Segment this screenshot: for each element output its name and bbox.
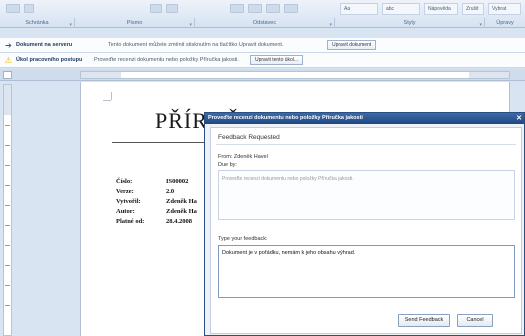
vruler-tick — [5, 165, 10, 166]
style-gallery-2[interactable]: abc — [382, 3, 420, 15]
field-value: Zdeněk Ha — [166, 208, 197, 215]
vruler-tick — [5, 125, 10, 126]
dialog-title: Proveďte recenzi dokumentu nebo položky … — [208, 115, 363, 121]
dialog-launcher-icon[interactable]: ▾ — [69, 20, 72, 30]
field-label: Platné od: — [116, 218, 145, 225]
feedback-text: Dokument je v pořádku, nemám k jeho obsa… — [222, 250, 356, 256]
group-font: Písmo ▾ — [75, 18, 195, 28]
field-label: Autor: — [116, 208, 135, 215]
style-gallery-1[interactable]: Aa — [340, 3, 378, 15]
ruler-margin-left — [81, 72, 121, 78]
field-label: Vytvořil: — [116, 198, 141, 205]
group-styles: Styly ▾ — [335, 18, 485, 28]
horizontal-ruler[interactable] — [80, 71, 510, 79]
close-icon[interactable]: ✕ — [516, 114, 522, 122]
crop-mark — [103, 100, 111, 101]
vruler-tick — [5, 265, 10, 266]
dialog-launcher-icon[interactable]: ▾ — [189, 20, 192, 30]
field-value: Zdeněk Ha — [166, 198, 197, 205]
warning-icon: ⚠ — [4, 56, 13, 65]
dialog-titlebar[interactable]: Proveďte recenzi dokumentu nebo položky … — [205, 113, 524, 124]
format-dropdown[interactable] — [24, 4, 34, 13]
group-clipboard: Schránka ▾ — [0, 18, 75, 28]
justify-button[interactable] — [284, 4, 298, 13]
vruler-tick — [5, 185, 10, 186]
request-comments-box: Proveďte recenzi dokumentu nebo položky … — [218, 170, 515, 220]
ribbon: Aa abc Nápověda Zrušit Vybrat Schránka ▾… — [0, 0, 525, 28]
server-bar-text: Tento dokument můžete změnit stisknutím … — [108, 42, 284, 48]
indent-increase-button[interactable] — [166, 4, 178, 13]
cancel-button[interactable]: Cancel — [457, 314, 493, 327]
crop-mark — [111, 92, 112, 100]
send-feedback-button[interactable]: Send Feedback — [398, 314, 450, 327]
group-clipboard-label: Schránka — [25, 20, 49, 26]
title-underline — [112, 142, 210, 143]
group-styles-label: Styly — [403, 20, 416, 26]
vruler-tick — [5, 225, 10, 226]
feedback-label: Type your feedback: — [218, 236, 268, 242]
field-value: IS00002 — [166, 178, 189, 185]
group-paragraph-label: Odstavec — [252, 20, 277, 26]
font-color-dropdown[interactable] — [6, 4, 20, 13]
vertical-ruler[interactable] — [3, 84, 12, 336]
field-label: Verze: — [116, 188, 134, 195]
change-styles-button[interactable]: Zrušit — [462, 3, 484, 15]
feedback-textarea[interactable]: Dokument je v pořádku, nemám k jeho obsa… — [218, 245, 515, 298]
dialog-body: Feedback Requested From: Zdeněk Havel Du… — [210, 127, 522, 334]
vruler-tick — [5, 145, 10, 146]
field-label: Číslo: — [116, 178, 133, 185]
vruler-margin-top — [4, 85, 11, 115]
server-info-icon: ➔ — [5, 41, 12, 50]
field-value: 28.4.2008 — [166, 218, 192, 225]
dialog-launcher-icon[interactable]: ▾ — [479, 20, 482, 30]
group-editing: Úpravy — [485, 18, 525, 28]
vruler-tick — [5, 205, 10, 206]
vruler-tick — [5, 245, 10, 246]
workflow-bar-title: Úkol pracovního postupu — [16, 57, 83, 63]
ruler-toggle-button[interactable] — [3, 71, 12, 79]
style-gallery-3[interactable]: Nápověda — [424, 3, 458, 15]
dialog-separator — [216, 144, 516, 145]
ribbon-group-labels: Schránka ▾ Písmo ▾ Odstavec ▾ Styly ▾ Úp… — [0, 18, 525, 28]
server-bar-title: Dokument na serveru — [16, 42, 73, 48]
align-center-button[interactable] — [248, 4, 262, 13]
dialog-heading: Feedback Requested — [218, 134, 280, 141]
group-editing-label: Úpravy — [496, 20, 514, 26]
dialog-from: From: Zdeněk Havel — [218, 154, 268, 160]
vruler-tick — [5, 285, 10, 286]
select-button[interactable]: Vybrat — [488, 3, 521, 15]
indent-button[interactable] — [150, 4, 162, 13]
field-value: 2.0 — [166, 188, 175, 195]
vruler-tick — [5, 305, 10, 306]
ribbon-commands: Aa abc Nápověda Zrušit Vybrat — [0, 0, 525, 18]
workflow-task-bar: ⚠ Úkol pracovního postupu Proveďte recen… — [0, 53, 525, 68]
edit-task-button[interactable]: Upravit tento úkol... — [250, 55, 304, 65]
dialog-launcher-icon[interactable]: ▾ — [329, 20, 332, 30]
group-paragraph: Odstavec ▾ — [195, 18, 335, 28]
align-left-button[interactable] — [230, 4, 244, 13]
workflow-bar-text: Proveďte recenzi dokumentu nebo položky … — [94, 57, 239, 63]
feedback-dialog: Proveďte recenzi dokumentu nebo položky … — [204, 112, 525, 336]
dialog-due: Due by: — [218, 162, 237, 168]
ruler-margin-right — [469, 72, 509, 78]
horizontal-ruler-row — [0, 69, 525, 81]
server-document-bar: ➔ Dokument na serveru Tento dokument můž… — [0, 38, 525, 53]
request-comments-text: Proveďte recenzi dokumentu nebo položky … — [222, 176, 354, 182]
group-font-label: Písmo — [126, 20, 143, 26]
align-right-button[interactable] — [266, 4, 280, 13]
edit-document-button[interactable]: Upravit dokument — [327, 40, 377, 50]
